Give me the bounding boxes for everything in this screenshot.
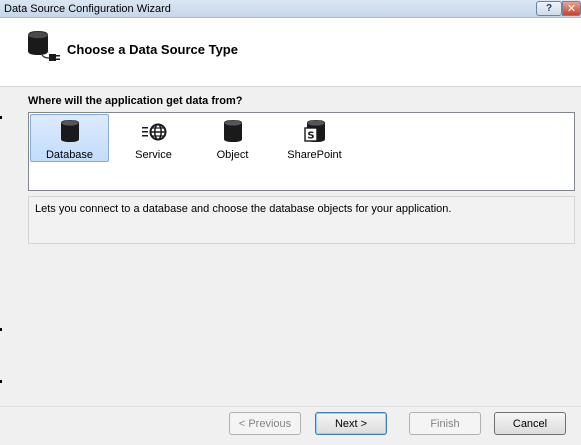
window-edge-mark [0,380,2,383]
database-icon [60,118,80,143]
source-type-label: Database [45,149,94,161]
finish-button[interactable]: Finish [409,412,481,435]
source-type-object[interactable]: Object [193,114,272,162]
database-plug-icon [26,30,62,65]
web-service-icon [141,117,167,143]
source-prompt: Where will the application get data from… [28,95,243,107]
description-text: Lets you connect to a database and choos… [35,203,452,215]
previous-button[interactable]: < Previous [229,412,301,435]
svg-text:S: S [307,131,314,142]
object-icon [223,117,243,143]
help-icon: ? [545,3,553,14]
window-edge-mark [0,116,2,119]
sharepoint-icon: S [303,117,326,143]
window-edge-mark [0,328,2,331]
close-button[interactable]: ✕ [562,1,581,16]
source-type-sharepoint[interactable]: S SharePoint [275,114,354,162]
source-type-database[interactable]: Database [30,114,109,162]
title-bar[interactable]: Data Source Configuration Wizard ? ✕ [0,0,581,18]
cancel-button[interactable]: Cancel [494,412,566,435]
source-type-label: SharePoint [287,149,342,161]
data-source-type-list[interactable]: Database Service Object S SharePoint [28,112,575,191]
description-panel: Lets you connect to a database and choos… [28,196,575,244]
window-title: Data Source Configuration Wizard [4,3,171,15]
button-separator [0,406,581,407]
source-type-label: Service [135,149,172,161]
wizard-window: Data Source Configuration Wizard ? ✕ Cho… [0,0,581,445]
wizard-header: Choose a Data Source Type [0,18,581,87]
next-button[interactable]: Next > [315,412,387,435]
source-type-label: Object [216,149,249,161]
page-title: Choose a Data Source Type [67,42,238,57]
source-type-service[interactable]: Service [114,114,193,162]
close-icon: ✕ [566,3,577,15]
help-button[interactable]: ? [536,1,562,16]
